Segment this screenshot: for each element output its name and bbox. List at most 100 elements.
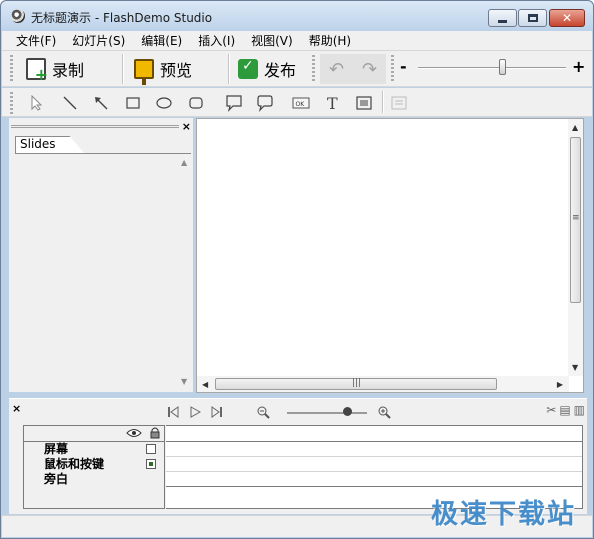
eye-icon[interactable]: [126, 428, 142, 438]
menu-help[interactable]: 帮助(H): [301, 32, 359, 49]
zoom-out-icon[interactable]: -: [400, 57, 407, 76]
layer-header: [24, 426, 164, 442]
timeline-zoom-slider-track[interactable]: [287, 412, 367, 414]
button-tool-icon[interactable]: OK: [290, 92, 312, 114]
timeline-zoom-out-icon[interactable]: [254, 403, 272, 421]
layer-list: 屏幕 鼠标和按键 旁白: [23, 425, 165, 509]
scroll-up-icon[interactable]: ▲: [181, 158, 187, 167]
app-logo-icon: [11, 9, 25, 23]
main-toolbar: 录制 预览 发布 ↶ ↷ - +: [2, 51, 592, 87]
layer-checkbox[interactable]: [146, 444, 156, 454]
frame-row[interactable]: [166, 472, 582, 487]
canvas-horizontal-scrollbar[interactable]: ◀ ||| ▶: [197, 376, 569, 392]
maximize-button[interactable]: [518, 9, 547, 27]
zoom-slider-track[interactable]: [418, 67, 566, 69]
redo-icon[interactable]: ↷: [362, 59, 377, 80]
menu-bar: 文件(F) 幻灯片(S) 编辑(E) 插入(I) 视图(V) 帮助(H): [2, 31, 592, 51]
menu-slides[interactable]: 幻灯片(S): [64, 32, 133, 49]
watermark: 极速下载站: [431, 499, 576, 530]
copy-icon[interactable]: ▤: [559, 403, 570, 417]
slides-list[interactable]: [11, 154, 181, 390]
record-label: 录制: [52, 61, 85, 80]
menu-file[interactable]: 文件(F): [8, 32, 64, 49]
slides-panel-close-icon[interactable]: ×: [182, 120, 191, 133]
line-tool-icon[interactable]: [59, 92, 81, 114]
scroll-up-icon[interactable]: ▲: [572, 123, 578, 132]
caption-tool-icon[interactable]: [388, 92, 410, 114]
select-tool-icon[interactable]: [26, 92, 48, 114]
ellipse-tool-icon[interactable]: [153, 92, 175, 114]
text-tool-icon[interactable]: T: [322, 92, 344, 114]
slides-panel: × Slides ▲ ▼: [9, 118, 193, 392]
menu-view[interactable]: 视图(V): [243, 32, 301, 49]
layer-label: 鼠标和按键: [44, 457, 105, 471]
svg-text:T: T: [327, 95, 338, 111]
scroll-right-icon[interactable]: ▶: [557, 380, 563, 389]
canvas-vertical-scrollbar[interactable]: ▲ ≡ ▼: [568, 119, 583, 376]
toolbar-separator: [228, 54, 229, 84]
maximize-icon: [527, 14, 538, 22]
callout-tool-icon[interactable]: [223, 92, 245, 114]
slides-scrollbar[interactable]: ▲ ▼: [179, 154, 191, 390]
record-button[interactable]: 录制: [20, 54, 90, 84]
menu-insert[interactable]: 插入(I): [190, 32, 243, 49]
image-tool-icon[interactable]: [353, 92, 375, 114]
slides-panel-header: ×: [9, 120, 193, 134]
frame-row[interactable]: [166, 442, 582, 457]
menu-edit[interactable]: 编辑(E): [133, 32, 190, 49]
rounded-rect-tool-icon[interactable]: [185, 92, 207, 114]
play-icon[interactable]: [186, 403, 204, 421]
toolbar-grip[interactable]: [391, 55, 394, 83]
undo-icon[interactable]: ↶: [329, 59, 344, 80]
layer-label: 旁白: [44, 472, 69, 486]
svg-text:OK: OK: [296, 101, 306, 108]
toolbar-grip[interactable]: [10, 92, 13, 114]
slide-canvas[interactable]: ▲ ≡ ▼ ◀ ||| ▶: [196, 118, 584, 393]
panel-grip[interactable]: [11, 125, 179, 128]
close-icon: ✕: [561, 11, 573, 25]
toolbar-separator: [122, 54, 123, 84]
close-button[interactable]: ✕: [549, 9, 585, 27]
frame-row[interactable]: [166, 457, 582, 472]
timeline-zoom-in-icon[interactable]: [375, 403, 393, 421]
rectangle-tool-icon[interactable]: [122, 92, 144, 114]
preview-label: 预览: [160, 61, 193, 80]
layer-row-screen[interactable]: 屏幕: [24, 442, 164, 457]
publish-label: 发布: [264, 61, 297, 80]
paste-icon[interactable]: ▥: [574, 403, 585, 417]
first-frame-icon[interactable]: [164, 403, 182, 421]
app-window: 无标题演示 - FlashDemo Studio ✕ 文件(F) 幻灯片(S) …: [0, 0, 594, 539]
timeline-close-icon[interactable]: ×: [12, 402, 21, 415]
toolbar-grip[interactable]: [10, 55, 13, 83]
undo-redo-group: ↶ ↷: [320, 54, 386, 84]
layer-label: 屏幕: [44, 442, 69, 456]
scroll-down-icon[interactable]: ▼: [181, 377, 187, 386]
toolbar-separator: [382, 91, 383, 113]
layer-checkbox[interactable]: [146, 459, 156, 469]
lock-icon[interactable]: [150, 427, 160, 439]
scroll-grip-icon: ≡: [572, 213, 580, 223]
last-frame-icon[interactable]: [208, 403, 226, 421]
minimize-button[interactable]: [488, 9, 517, 27]
preview-button[interactable]: 预览: [128, 54, 198, 85]
frames-ruler: [166, 426, 582, 442]
preview-icon: [134, 59, 154, 85]
zoom-slider-thumb[interactable]: [499, 59, 506, 75]
audio-icon[interactable]: ✂: [546, 403, 556, 417]
zoom-in-icon[interactable]: +: [572, 57, 585, 76]
toolbar-grip[interactable]: [312, 55, 315, 83]
timeline-zoom-slider-thumb[interactable]: [343, 407, 352, 416]
tab-slides[interactable]: Slides: [15, 136, 85, 154]
timeline-tools: ✂ ▤ ▥: [546, 403, 585, 417]
window-title: 无标题演示 - FlashDemo Studio: [31, 11, 213, 25]
scroll-grip-icon: |||: [352, 378, 362, 388]
publish-button[interactable]: 发布: [232, 54, 302, 84]
speech-bubble-tool-icon[interactable]: [254, 92, 276, 114]
scroll-left-icon[interactable]: ◀: [202, 380, 208, 389]
arrow-tool-icon[interactable]: [90, 92, 112, 114]
layer-row-mouse-keyboard[interactable]: 鼠标和按键: [24, 457, 164, 472]
title-bar[interactable]: 无标题演示 - FlashDemo Studio ✕: [1, 1, 593, 31]
publish-icon: [238, 58, 258, 79]
layer-row-narration[interactable]: 旁白: [24, 472, 164, 487]
scroll-down-icon[interactable]: ▼: [572, 363, 578, 372]
